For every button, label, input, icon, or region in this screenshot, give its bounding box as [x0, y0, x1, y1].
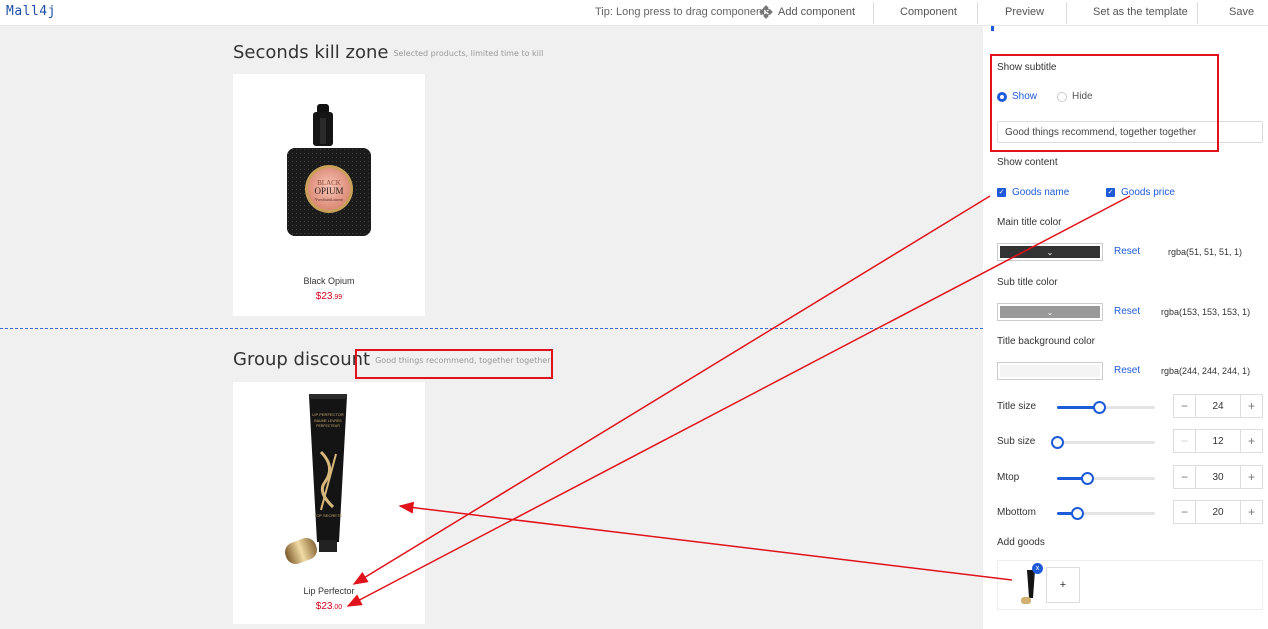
svg-text:PERFECTEUR: PERFECTEUR	[316, 424, 340, 428]
design-canvas[interactable]: Seconds kill zone Selected products, limi…	[0, 26, 983, 629]
section-subtitle-text: Selected products, limited time to kill	[393, 48, 544, 58]
remove-goods-icon[interactable]: x	[1032, 563, 1043, 574]
settings-panel: Show subtitle Show Hide Good things reco…	[983, 21, 1268, 629]
section-seckill-title[interactable]: Seconds kill zone Selected products, limi…	[233, 42, 543, 63]
goods-thumbnail[interactable]	[1013, 568, 1047, 606]
stepper-value[interactable]: 12	[1196, 430, 1240, 452]
add-goods-button[interactable]: +	[1046, 567, 1080, 603]
reset-sub-title-color[interactable]: Reset	[1114, 306, 1140, 317]
plus-icon[interactable]: +	[1240, 466, 1262, 488]
section-title-text: Seconds kill zone	[233, 42, 389, 63]
slider-handle[interactable]	[1093, 401, 1106, 414]
preview-button[interactable]: Preview	[1005, 6, 1044, 18]
divider	[873, 2, 874, 24]
slider-handle[interactable]	[1051, 436, 1064, 449]
component-button[interactable]: Component	[900, 6, 957, 18]
add-goods-label: Add goods	[997, 537, 1045, 548]
move-icon	[759, 5, 773, 19]
mtop-label: Mtop	[997, 472, 1020, 483]
slider-handle[interactable]	[1071, 507, 1084, 520]
svg-text:BAUME LEVRES: BAUME LEVRES	[314, 419, 342, 423]
sub-size-stepper[interactable]: − 12 +	[1173, 429, 1263, 453]
price-main: $23	[315, 601, 333, 612]
sub-size-slider[interactable]	[1051, 436, 1155, 449]
show-content-label: Show content	[997, 157, 1058, 168]
main-title-color-picker[interactable]: ⌄	[997, 243, 1103, 261]
title-bg-color-picker[interactable]	[997, 362, 1103, 380]
mtop-slider[interactable]	[1057, 472, 1155, 485]
sub-size-label: Sub size	[997, 436, 1036, 447]
mtop-stepper[interactable]: − 30 +	[1173, 465, 1263, 489]
title-size-label: Title size	[997, 401, 1037, 412]
top-bar: Mall4j Tip: Long press to drag component…	[0, 0, 1268, 26]
svg-text:YvesSaintLaurent: YvesSaintLaurent	[315, 197, 344, 202]
sub-title-color-picker[interactable]: ⌄	[997, 303, 1103, 321]
plus-icon[interactable]: +	[1240, 430, 1262, 452]
title-bg-color-value: rgba(244, 244, 244, 1)	[1161, 366, 1251, 376]
chevron-down-icon: ⌄	[1000, 306, 1100, 318]
chevron-down-icon: ⌄	[1000, 246, 1100, 258]
component-separator	[0, 328, 983, 329]
title-size-stepper[interactable]: − 24 +	[1173, 394, 1263, 418]
minus-icon[interactable]: −	[1174, 395, 1196, 417]
add-component-label: Add component	[778, 6, 856, 18]
goods-name-checkbox[interactable]: ✓	[997, 188, 1006, 197]
drag-tip: Tip: Long press to drag components	[595, 6, 771, 18]
lip-tube-image: LIP PERFECTOR BAUME LEVRES PERFECTEUR TO…	[285, 394, 347, 564]
plus-icon[interactable]: +	[1240, 501, 1262, 523]
save-button[interactable]: Save	[1229, 6, 1254, 18]
title-bg-color-label: Title background color	[997, 336, 1096, 347]
highlight-box	[990, 54, 1219, 152]
goods-price-checkbox[interactable]: ✓	[1106, 188, 1115, 197]
goods-list: x +	[997, 560, 1263, 610]
goods-name-label[interactable]: Goods name	[1012, 187, 1069, 198]
price-decimal: .00	[332, 604, 343, 611]
stepper-value[interactable]: 24	[1196, 395, 1240, 417]
product-name: Black Opium	[303, 276, 355, 286]
mbottom-stepper[interactable]: − 20 +	[1173, 500, 1263, 524]
price-decimal: .99	[332, 294, 343, 301]
stepper-value[interactable]: 20	[1196, 501, 1240, 523]
stepper-value[interactable]: 30	[1196, 466, 1240, 488]
divider	[1066, 2, 1067, 24]
mbottom-slider[interactable]	[1057, 507, 1155, 520]
slider-handle[interactable]	[1081, 472, 1094, 485]
reset-main-title-color[interactable]: Reset	[1114, 246, 1140, 257]
sub-title-color-value: rgba(153, 153, 153, 1)	[1161, 307, 1251, 317]
set-template-button[interactable]: Set as the template	[1093, 6, 1188, 18]
app-logo: Mall4j	[6, 4, 56, 19]
perfume-bottle-image: BLACK OPIUM YvesSaintLaurent	[287, 104, 371, 236]
color-swatch	[1000, 365, 1100, 377]
svg-text:LIP PERFECTOR: LIP PERFECTOR	[312, 412, 344, 417]
product-card[interactable]: BLACK OPIUM YvesSaintLaurent Black Opium…	[233, 74, 425, 316]
minus-icon[interactable]: −	[1174, 501, 1196, 523]
product-price: $23.99	[233, 291, 425, 302]
sub-title-color-label: Sub title color	[997, 277, 1058, 288]
plus-icon[interactable]: +	[1240, 395, 1262, 417]
product-card[interactable]: LIP PERFECTOR BAUME LEVRES PERFECTEUR TO…	[233, 382, 425, 624]
minus-icon[interactable]: −	[1174, 466, 1196, 488]
divider	[977, 2, 978, 24]
highlight-box	[355, 349, 553, 379]
svg-text:OPIUM: OPIUM	[314, 186, 343, 196]
add-component-button[interactable]: Add component	[759, 5, 856, 19]
divider	[1197, 2, 1198, 24]
goods-price-label[interactable]: Goods price	[1121, 187, 1175, 198]
price-main: $23	[315, 291, 333, 302]
section-title-text: Group discount	[233, 349, 371, 370]
title-size-slider[interactable]	[1057, 401, 1155, 414]
reset-title-bg-color[interactable]: Reset	[1114, 365, 1140, 376]
mbottom-label: Mbottom	[997, 507, 1036, 518]
product-name: Lip Perfector	[303, 586, 355, 596]
svg-text:TOP SECRETS: TOP SECRETS	[314, 513, 342, 518]
minus-icon[interactable]: −	[1174, 430, 1196, 452]
main-title-color-value: rgba(51, 51, 51, 1)	[1168, 247, 1243, 257]
product-price: $23.00	[233, 601, 425, 612]
main-title-color-label: Main title color	[997, 217, 1062, 228]
